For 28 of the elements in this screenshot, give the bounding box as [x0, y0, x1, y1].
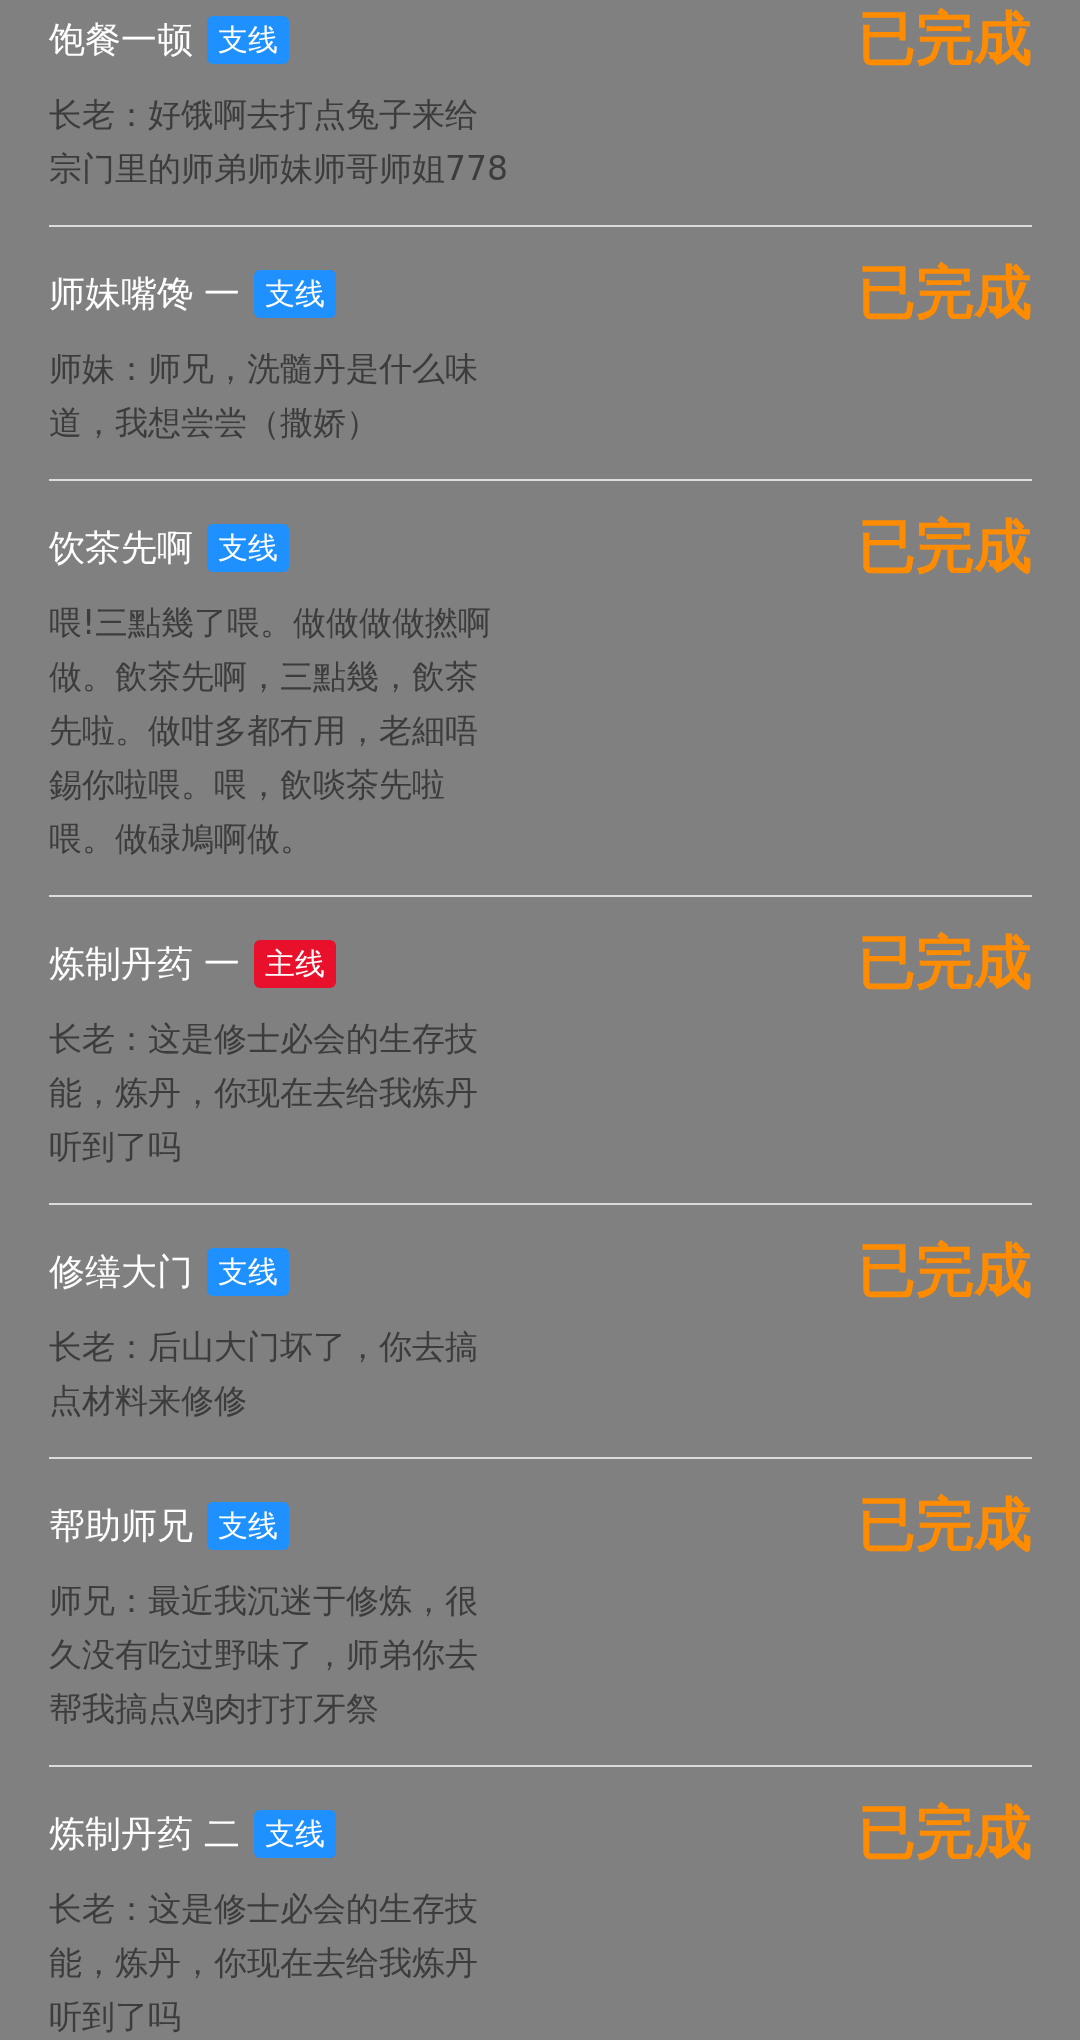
- quest-type-tag: 支线: [207, 1248, 289, 1296]
- quest-description: 长老：好饿啊去打点兔子来给宗门里的师弟师妹师哥师姐778: [49, 94, 509, 190]
- quest-status: 已完成: [858, 515, 1032, 577]
- quest-status: 已完成: [858, 931, 1032, 993]
- quest-type-tag: 支线: [207, 1502, 289, 1550]
- quest-type-tag: 支线: [254, 270, 337, 318]
- quest-title: 饮茶先啊: [49, 526, 193, 570]
- quest-title: 修缮大门: [49, 1250, 193, 1294]
- quest-title: 饱餐一顿: [49, 18, 193, 62]
- quest-title: 师妹嘴馋 一: [49, 272, 241, 316]
- quest-description: 师妹：师兄，洗髓丹是什么味道，我想尝尝（撒娇）: [49, 348, 479, 444]
- quest-title: 炼制丹药 一: [49, 942, 241, 986]
- quest-status: 已完成: [858, 1493, 1032, 1555]
- quest-description: 长老：这是修士必会的生存技能，炼丹，你现在去给我炼丹听到了吗: [49, 1888, 479, 2038]
- quest-type-tag: 支线: [207, 16, 289, 64]
- quest-title: 炼制丹药 二: [49, 1812, 241, 1856]
- quest-status: 已完成: [858, 7, 1032, 69]
- quest-status: 已完成: [858, 1239, 1032, 1301]
- quest-description: 长老：这是修士必会的生存技能，炼丹，你现在去给我炼丹听到了吗: [49, 1018, 479, 1168]
- quest-description: 师兄：最近我沉迷于修炼，很久没有吃过野味了，师弟你去帮我搞点鸡肉打打牙祭: [49, 1580, 479, 1730]
- quest-type-tag: 主线: [254, 940, 337, 988]
- quest-description: 喂!三點幾了喂。做做做做撚啊做。飲茶先啊，三點幾，飲茶先啦。做咁多都冇用，老細唔錫你啦喂。喂，飲啖茶先啦喂。做碌鳩啊做。: [49, 602, 493, 860]
- quest-status: 已完成: [858, 261, 1032, 323]
- quest-type-tag: 支线: [254, 1810, 337, 1858]
- quest-description: 长老：后山大门坏了，你去搞点材料来修修: [49, 1326, 479, 1422]
- quest-title: 帮助师兄: [49, 1504, 193, 1548]
- quest-status: 已完成: [858, 1801, 1032, 1863]
- quest-type-tag: 支线: [207, 524, 289, 572]
